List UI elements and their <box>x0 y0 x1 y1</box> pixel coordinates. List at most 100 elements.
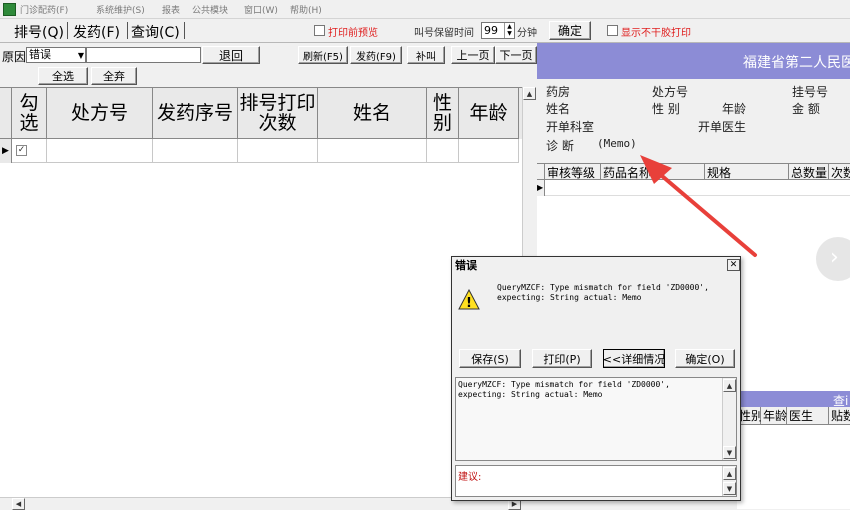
lower-col-doses[interactable]: 贴数 <box>829 407 850 425</box>
confirm-button[interactable]: 确定 <box>549 21 591 40</box>
tab-dispense[interactable]: 发药(F) <box>73 22 120 42</box>
error-dialog: 错误 ✕ ! QueryMZCF: Type mismatch for fiel… <box>451 256 741 501</box>
sex-cell <box>427 139 459 163</box>
scroll-down-icon[interactable]: ▼ <box>723 482 736 495</box>
col-age[interactable]: 年龄 <box>459 88 519 139</box>
col-rx-no[interactable]: 处方号 <box>47 88 153 139</box>
scroll-left-icon[interactable]: ◀ <box>12 498 25 510</box>
scroll-up-icon[interactable]: ▲ <box>523 87 536 100</box>
grid-corner <box>537 164 545 180</box>
retreat-button[interactable]: 退回 <box>202 46 260 64</box>
print-preview-label: 打印前预览 <box>328 28 378 39</box>
suggestion-textbox[interactable]: 建议: ▲ ▼ <box>455 465 737 497</box>
sex-label: 性 别 <box>652 102 680 116</box>
query-area: 查i 性别 年龄 医生 贴数 <box>737 391 850 509</box>
menu-window[interactable]: 窗口(W) <box>244 3 278 16</box>
details-button[interactable]: <<详细情况 <box>603 349 665 368</box>
print-preview-checkbox[interactable] <box>314 25 325 36</box>
patient-name-label: 姓名 <box>546 102 571 116</box>
menu-help[interactable]: 帮助(H) <box>290 3 322 16</box>
recall-button[interactable]: 补叫 <box>407 46 445 64</box>
no-print-label: 显示不干胶打印 <box>621 28 691 39</box>
scroll-up-icon[interactable]: ▲ <box>723 467 736 480</box>
minutes-label: 分钟 <box>517 28 537 39</box>
warning-icon: ! <box>458 289 480 311</box>
suggestion-scrollbar[interactable]: ▲ ▼ <box>722 466 736 496</box>
close-icon[interactable]: ✕ <box>727 259 740 271</box>
tab-queue[interactable]: 排号(Q) <box>14 22 64 42</box>
prev-page-button[interactable]: 上一页 <box>451 46 495 64</box>
amount-label: 金 额 <box>792 102 820 116</box>
row-indicator-header <box>0 88 12 139</box>
filter-bar: 原因 错误 ▼ 退回 刷新(F5) 发药(F9) 补叫 上一页 下一页 全选 全… <box>0 43 537 87</box>
tab-separator <box>127 22 128 39</box>
row-checkbox[interactable]: ✓ <box>16 145 27 156</box>
tab-query[interactable]: 查询(C) <box>131 22 180 42</box>
spinner-arrows-icon[interactable]: ▲ ▼ <box>504 23 514 38</box>
detail-textbox[interactable]: QueryMZCF: Type mismatch for field 'ZD00… <box>455 377 737 461</box>
svg-text:!: ! <box>466 296 472 311</box>
hospital-banner: 福建省第二人民医 <box>537 43 850 79</box>
grid-col-total[interactable]: 总数量 <box>789 164 829 180</box>
print-count-cell <box>238 139 318 163</box>
name-cell <box>318 139 427 163</box>
reason-label: 原因 <box>2 50 27 64</box>
reason-select-value: 错误 <box>29 48 51 61</box>
tab-separator <box>67 22 68 39</box>
menubar: 门诊配药(F) 系统维护(S) 报表 公共模块 窗口(W) 帮助(H) <box>0 0 850 19</box>
col-check[interactable]: 勾选 <box>12 88 47 139</box>
dispense-seq-cell <box>153 139 238 163</box>
rx-no-label: 处方号 <box>652 85 689 99</box>
call-time-label: 叫号保留时间 <box>414 28 474 39</box>
detail-scrollbar[interactable]: ▲ ▼ <box>722 378 736 460</box>
ok-button[interactable]: 确定(O) <box>675 349 735 368</box>
app-icon <box>3 3 16 16</box>
call-time-value: 99 <box>484 24 498 37</box>
select-all-button[interactable]: 全选 <box>38 67 88 85</box>
print-button[interactable]: 打印(P) <box>532 349 592 368</box>
grid-row-pointer-icon: ▶ <box>537 180 545 196</box>
grid-col-audit[interactable]: 审核等级 <box>545 164 601 180</box>
age-label: 年龄 <box>722 102 747 116</box>
suggestion-label: 建议: <box>458 472 482 483</box>
toolbar: 排号(Q) 发药(F) 查询(C) 打印前预览 叫号保留时间 99 ▲ ▼ 分钟 … <box>0 19 850 43</box>
annotation-arrow-icon <box>640 155 757 257</box>
col-dispense-seq[interactable]: 发药序号 <box>153 88 238 139</box>
age-cell <box>459 139 519 163</box>
diagnosis-label: 诊 断 <box>546 139 574 153</box>
col-print-count[interactable]: 排号打印次数 <box>238 88 318 139</box>
reason-select[interactable]: 错误 ▼ <box>26 47 86 63</box>
check-cell[interactable]: ✓ <box>12 139 47 163</box>
next-page-button[interactable]: 下一页 <box>495 46 537 64</box>
menu-reports[interactable]: 报表 <box>162 3 180 16</box>
scroll-down-icon[interactable]: ▼ <box>723 446 736 459</box>
dispense-button[interactable]: 发药(F9) <box>350 46 402 64</box>
lower-col-doctor[interactable]: 医生 <box>787 407 829 425</box>
detail-text: QueryMZCF: Type mismatch for field 'ZD00… <box>458 380 670 399</box>
col-name[interactable]: 姓名 <box>318 88 427 139</box>
grid-col-times[interactable]: 次数 <box>829 164 850 180</box>
no-print-checkbox[interactable] <box>607 25 618 36</box>
menu-pharmacy[interactable]: 门诊配药(F) <box>20 3 68 16</box>
doctor-label: 开单医生 <box>698 120 747 134</box>
lower-col-age[interactable]: 年龄 <box>761 407 787 425</box>
scroll-up-icon[interactable]: ▲ <box>723 379 736 392</box>
dialog-message: QueryMZCF: Type mismatch for field 'ZD00… <box>497 283 709 302</box>
dept-label: 开单科室 <box>546 120 595 134</box>
queue-no-label: 挂号号 <box>792 85 829 99</box>
refresh-button[interactable]: 刷新(F5) <box>298 46 348 64</box>
rx-no-cell <box>47 139 153 163</box>
pharmacy-label: 药房 <box>546 85 571 99</box>
col-sex[interactable]: 性别 <box>427 88 459 139</box>
chevron-down-icon: ▼ <box>77 51 84 60</box>
hospital-name: 福建省第二人民医 <box>743 55 850 71</box>
table-row[interactable]: ▶ ✓ <box>0 139 522 163</box>
menu-common[interactable]: 公共模块 <box>192 3 228 16</box>
call-time-spinner[interactable]: 99 ▲ ▼ <box>481 22 515 39</box>
chevron-right-icon: › <box>830 245 839 270</box>
reason-text-input[interactable] <box>86 47 201 63</box>
query-banner: 查i <box>737 391 850 408</box>
deselect-all-button[interactable]: 全弃 <box>91 67 137 85</box>
menu-system[interactable]: 系统维护(S) <box>96 3 145 16</box>
save-button[interactable]: 保存(S) <box>459 349 521 368</box>
